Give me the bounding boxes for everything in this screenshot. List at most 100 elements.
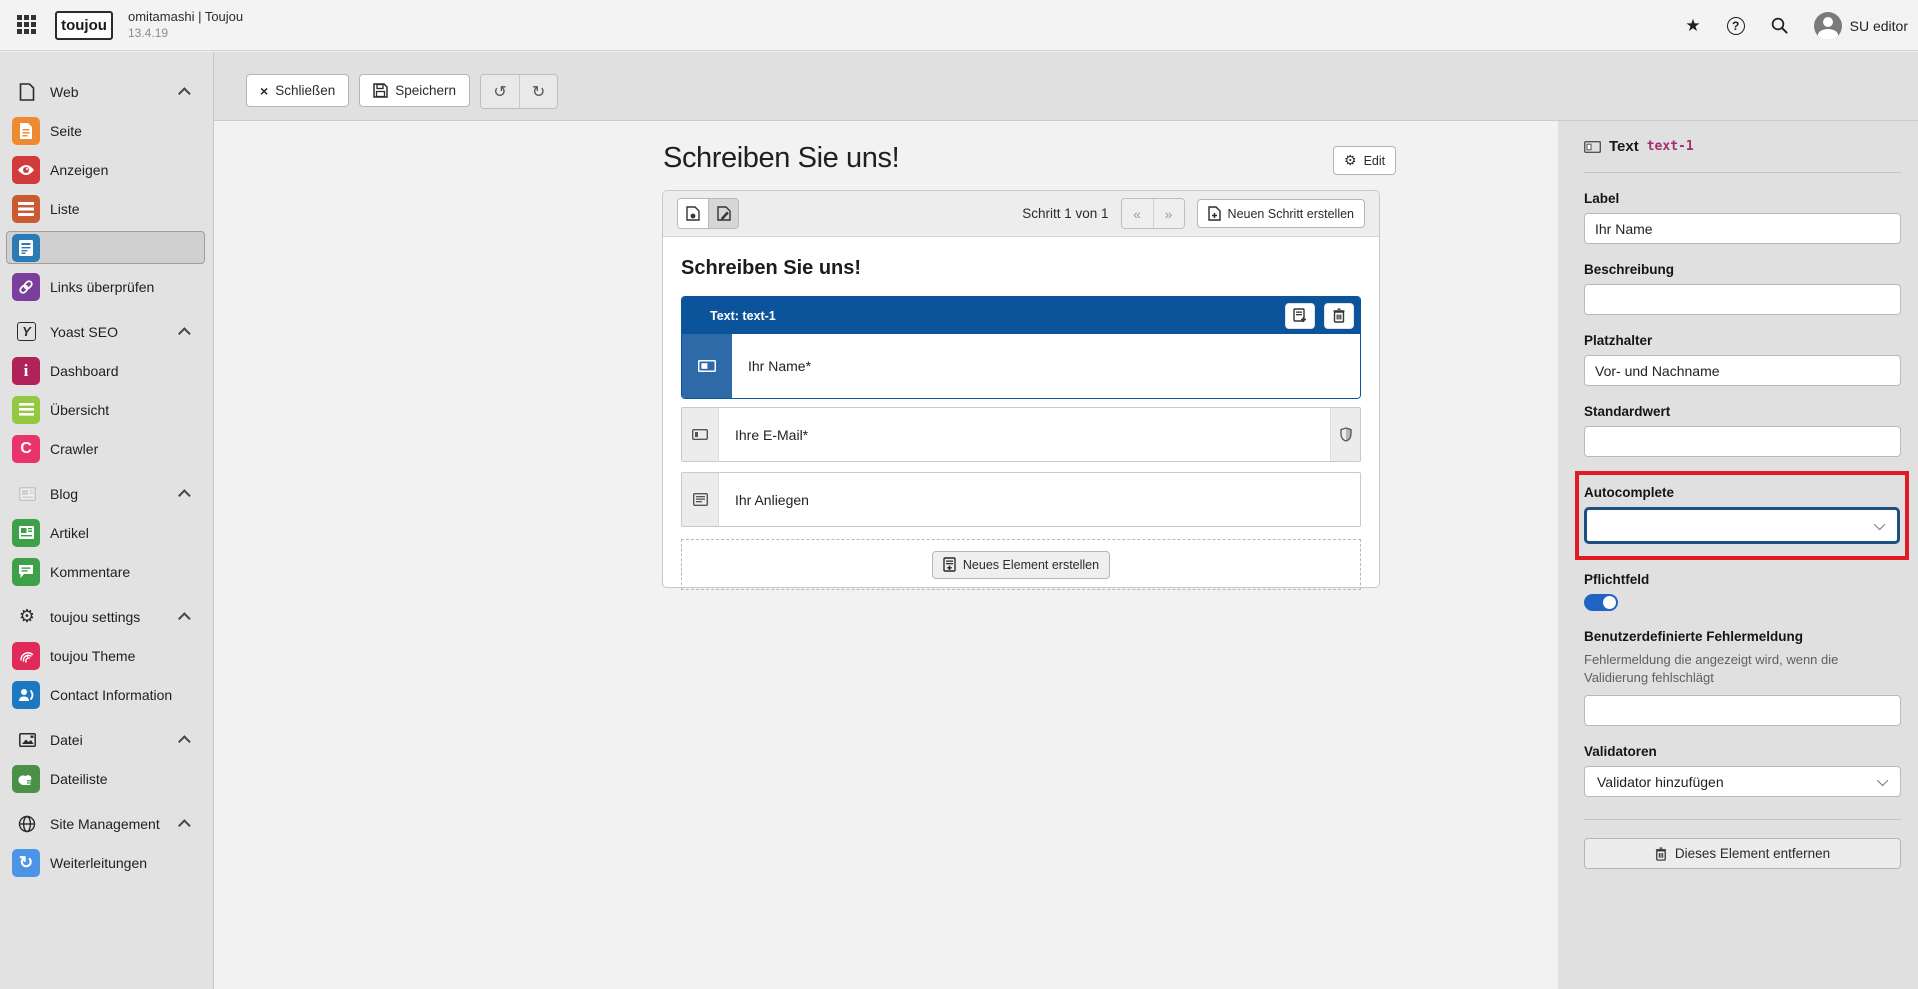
image-outline-icon	[17, 730, 37, 750]
sidebar-section-datei[interactable]: Datei	[0, 720, 213, 759]
validators-field-label: Validatoren	[1584, 744, 1901, 759]
sidebar-item-anzeigen[interactable]: Anzeigen	[0, 150, 213, 189]
sidebar-section-yoast[interactable]: Y Yoast SEO	[0, 312, 213, 351]
info-icon: i	[12, 357, 40, 385]
custom-error-input[interactable]	[1584, 695, 1901, 726]
redo-button[interactable]: ↻	[519, 75, 557, 108]
default-value-input[interactable]	[1584, 426, 1901, 457]
edit-form-settings-button[interactable]: ⚙ Edit	[1333, 146, 1396, 175]
sidebar-section-site-management[interactable]: Site Management	[0, 804, 213, 843]
autocomplete-highlight-frame: Autocomplete	[1575, 471, 1909, 560]
toujou-logo[interactable]: toujou	[55, 11, 113, 40]
required-toggle[interactable]	[1584, 594, 1618, 611]
remove-element-button[interactable]: Dieses Element entfernen	[1584, 838, 1901, 869]
validators-select[interactable]: Validator hinzufügen	[1584, 766, 1901, 797]
autocomplete-field-label: Autocomplete	[1584, 485, 1900, 500]
user-menu[interactable]: SU editor	[1814, 12, 1908, 40]
preview-mode-button[interactable]	[678, 199, 708, 228]
required-field-label: Pflichtfeld	[1584, 572, 1901, 587]
link-icon	[12, 273, 40, 301]
site-title: omitamashi | Toujou	[128, 8, 243, 25]
element-type-label: Text	[1609, 138, 1639, 155]
divider	[1584, 819, 1901, 820]
crawler-icon: C	[12, 435, 40, 463]
sidebar-item-artikel[interactable]: Artikel	[0, 513, 213, 552]
gear-icon: ⚙	[1344, 152, 1357, 169]
shield-icon	[1330, 408, 1360, 461]
globe-icon	[17, 814, 37, 834]
sidebar-item-contact-information[interactable]: Contact Information	[0, 675, 213, 714]
save-disk-icon	[373, 83, 388, 98]
description-field-label: Beschreibung	[1584, 262, 1901, 277]
site-info: omitamashi | Toujou 13.4.19	[128, 8, 243, 42]
module-sidebar: Web Seite Anzeigen Liste Formu	[0, 52, 214, 989]
search-icon[interactable]	[1771, 17, 1788, 34]
label-field-label: Label	[1584, 191, 1901, 206]
sidebar-section-toujou-settings[interactable]: ⚙ toujou settings	[0, 597, 213, 636]
sidebar-section-blog[interactable]: Blog	[0, 474, 213, 513]
placeholder-input[interactable]	[1584, 355, 1901, 386]
description-input[interactable]	[1584, 284, 1901, 315]
sidebar-item-dashboard[interactable]: i Dashboard	[0, 351, 213, 390]
autocomplete-select[interactable]	[1584, 507, 1900, 544]
comment-icon	[12, 558, 40, 586]
new-element-button[interactable]: Neues Element erstellen	[932, 551, 1110, 579]
cloud-file-icon	[12, 765, 40, 793]
sidebar-item-seite[interactable]: Seite	[0, 111, 213, 150]
sidebar-item-links-ueberpruefen[interactable]: Links überprüfen	[0, 267, 213, 306]
contact-icon	[12, 681, 40, 709]
docheader: × Schließen Speichern ↺ ↻	[214, 52, 1918, 121]
list-icon	[12, 195, 40, 223]
label-input[interactable]	[1584, 213, 1901, 244]
text-field-icon	[1584, 141, 1601, 153]
article-icon	[12, 519, 40, 547]
undo-button[interactable]: ↺	[481, 75, 519, 108]
gear-icon: ⚙	[17, 607, 37, 627]
help-icon[interactable]: ?	[1727, 17, 1745, 35]
next-step-button[interactable]: »	[1153, 199, 1184, 228]
edit-mode-button[interactable]	[708, 199, 738, 228]
step-card-header: Schritt 1 von 1 « » Neuen Schritt erstel…	[663, 191, 1379, 237]
form-element-email[interactable]: Ihre E-Mail*	[681, 407, 1361, 462]
page-icon	[12, 117, 40, 145]
sidebar-item-toujou-theme[interactable]: toujou Theme	[0, 636, 213, 675]
placeholder-field-label: Platzhalter	[1584, 333, 1901, 348]
module-menu-icon[interactable]	[17, 15, 37, 35]
element-drag-handle[interactable]	[682, 334, 732, 398]
form-element-anliegen[interactable]: Ihr Anliegen	[681, 472, 1361, 527]
new-element-dropzone: Neues Element erstellen	[681, 539, 1361, 590]
sidebar-item-dateiliste[interactable]: Dateiliste	[0, 759, 213, 798]
sidebar-item-weiterleitungen[interactable]: ↻ Weiterleitungen	[0, 843, 213, 882]
duplicate-element-button[interactable]	[1285, 303, 1315, 329]
fingerprint-icon	[12, 642, 40, 670]
topbar: toujou omitamashi | Toujou 13.4.19 ★ ? S…	[0, 0, 1918, 51]
textarea-icon	[682, 473, 719, 526]
form-title: Schreiben Sie uns!	[663, 142, 899, 175]
delete-element-button[interactable]	[1324, 303, 1354, 329]
close-button[interactable]: × Schließen	[246, 74, 349, 107]
chevron-up-icon	[178, 612, 191, 625]
chevron-down-icon	[1877, 774, 1888, 785]
element-inspector-panel: Text text-1 Label Beschreibung Platzhalt…	[1558, 121, 1918, 989]
text-field-icon	[682, 408, 719, 461]
field-label-ihre-email: Ihre E-Mail*	[719, 408, 808, 461]
user-name: SU editor	[1850, 18, 1908, 34]
sidebar-item-formulare[interactable]: Formulare	[0, 228, 213, 267]
selected-form-element[interactable]: Text: text-1 Ihr Name*	[681, 296, 1361, 399]
new-step-button[interactable]: Neuen Schritt erstellen	[1197, 199, 1365, 228]
chevron-up-icon	[178, 735, 191, 748]
sidebar-item-uebersicht[interactable]: Übersicht	[0, 390, 213, 429]
default-value-field-label: Standardwert	[1584, 404, 1901, 419]
chevron-down-icon	[1874, 518, 1885, 529]
bookmark-star-icon[interactable]: ★	[1685, 16, 1700, 36]
sidebar-item-liste[interactable]: Liste	[0, 189, 213, 228]
sidebar-section-web[interactable]: Web	[0, 72, 213, 111]
form-icon	[12, 234, 40, 262]
page-plus-icon	[943, 557, 956, 572]
save-button[interactable]: Speichern	[359, 74, 470, 107]
previous-step-button[interactable]: «	[1122, 199, 1153, 228]
avatar	[1814, 12, 1842, 40]
field-label-ihr-anliegen: Ihr Anliegen	[719, 473, 809, 526]
sidebar-item-kommentare[interactable]: Kommentare	[0, 552, 213, 591]
sidebar-item-crawler[interactable]: C Crawler	[0, 429, 213, 468]
